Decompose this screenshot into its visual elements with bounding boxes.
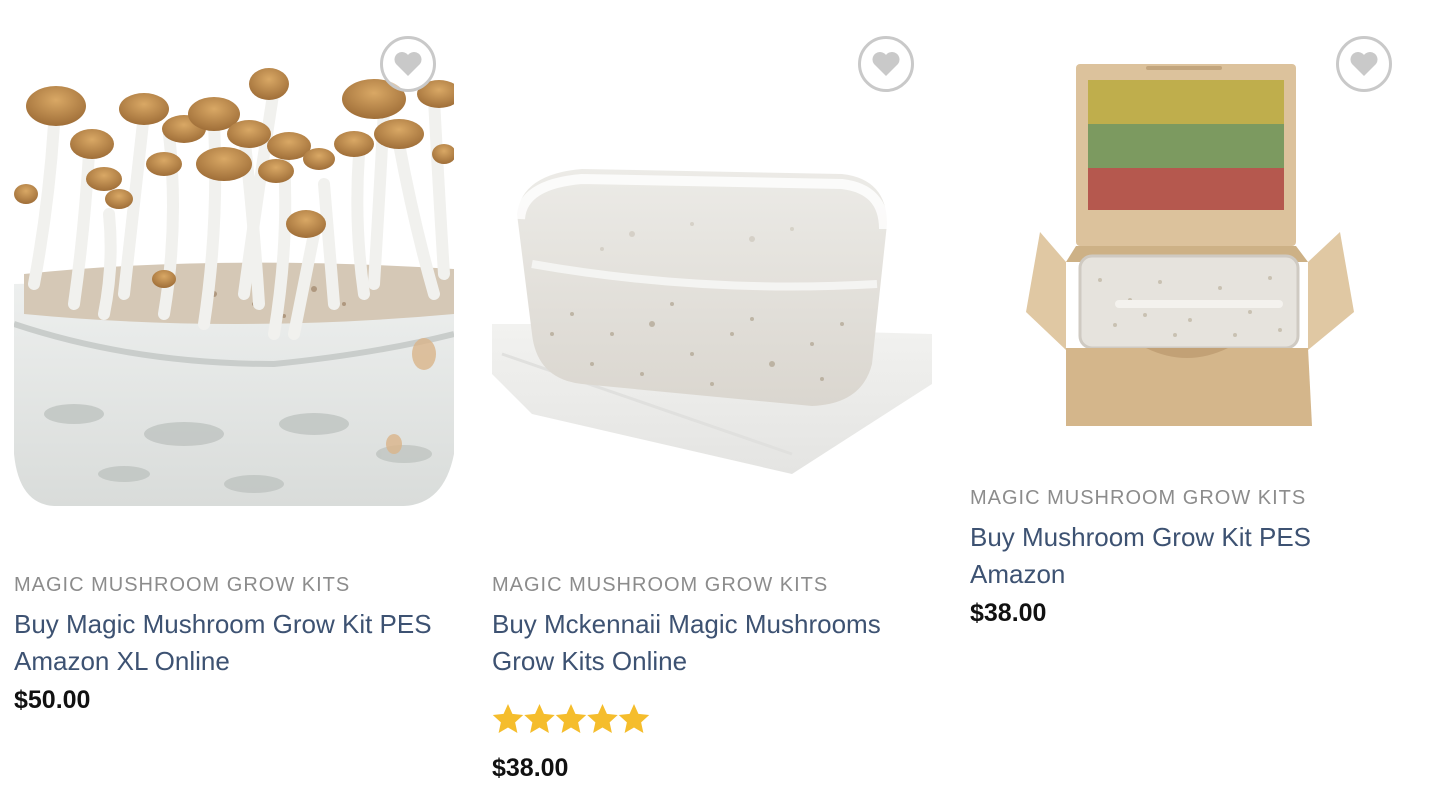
star-rating (492, 702, 652, 736)
product-title-link[interactable]: Buy Mckennaii Magic Mushrooms Grow Kits … (492, 606, 922, 680)
product-price: $50.00 (14, 686, 91, 714)
star-icon (492, 704, 524, 733)
wishlist-button[interactable] (380, 36, 436, 92)
product-price: $38.00 (970, 599, 1047, 627)
star-icon (555, 704, 587, 733)
product-card: MAGIC MUSHROOM GROW KITS Buy Mushroom Gr… (970, 0, 1410, 800)
star-icon (524, 704, 555, 733)
product-card: MAGIC MUSHROOM GROW KITS Buy Mckennaii M… (492, 0, 932, 800)
product-image[interactable] (14, 34, 454, 514)
product-category[interactable]: MAGIC MUSHROOM GROW KITS (492, 574, 828, 597)
heart-icon (872, 52, 900, 76)
product-image[interactable] (970, 50, 1410, 440)
heart-icon (394, 52, 422, 76)
product-card: MAGIC MUSHROOM GROW KITS Buy Magic Mushr… (14, 0, 454, 800)
product-image[interactable] (492, 34, 932, 514)
grow-kit-box-image (970, 50, 1410, 440)
grow-kit-tub-image (492, 34, 932, 514)
product-title-link[interactable]: Buy Mushroom Grow Kit PES Amazon (970, 519, 1360, 593)
rating-stars (492, 704, 650, 733)
star-icon (618, 704, 650, 733)
product-title-link[interactable]: Buy Magic Mushroom Grow Kit PES Amazon X… (14, 606, 444, 680)
product-category[interactable]: MAGIC MUSHROOM GROW KITS (14, 574, 350, 597)
star-icon (587, 704, 618, 733)
product-price: $38.00 (492, 754, 569, 782)
wishlist-button[interactable] (858, 36, 914, 92)
heart-icon (1350, 52, 1378, 76)
wishlist-button[interactable] (1336, 36, 1392, 92)
product-category[interactable]: MAGIC MUSHROOM GROW KITS (970, 487, 1306, 510)
mushroom-grow-kit-image (14, 34, 454, 514)
